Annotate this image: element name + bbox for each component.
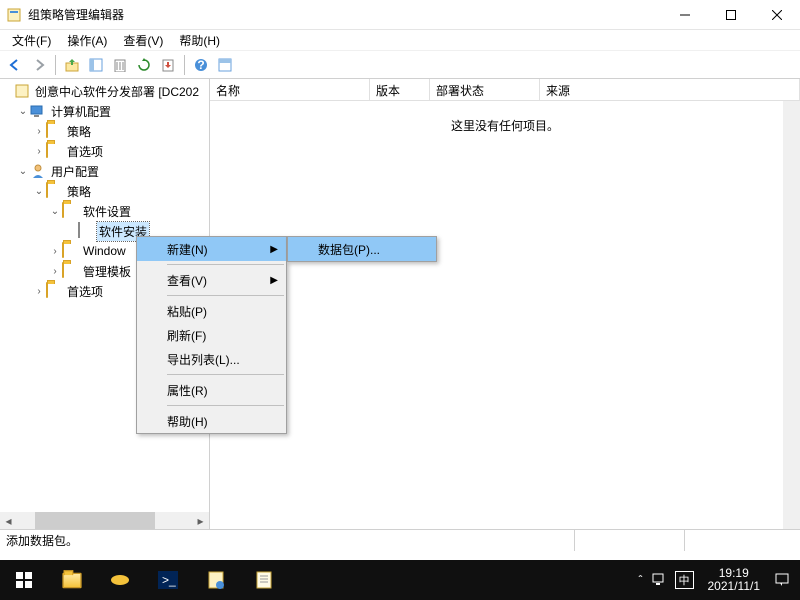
start-button[interactable] xyxy=(0,560,48,600)
list-panel: 名称 版本 部署状态 来源 这里没有任何项目。 xyxy=(210,79,800,529)
tree-expander[interactable]: › xyxy=(32,146,46,157)
tray-notifications-icon[interactable] xyxy=(774,571,790,590)
folder-icon xyxy=(46,283,62,299)
toolbar: ? xyxy=(0,51,800,79)
toolbar-separator xyxy=(55,55,56,75)
col-version[interactable]: 版本 xyxy=(370,79,430,100)
folder-icon xyxy=(46,143,62,159)
forward-button[interactable] xyxy=(28,54,50,76)
gpo-icon xyxy=(14,83,30,99)
refresh-button[interactable] xyxy=(133,54,155,76)
window-title: 组策略管理编辑器 xyxy=(28,6,662,23)
export-button[interactable] xyxy=(157,54,179,76)
taskbar-app[interactable] xyxy=(96,560,144,600)
taskbar-notepad[interactable] xyxy=(240,560,288,600)
up-button[interactable] xyxy=(61,54,83,76)
maximize-button[interactable] xyxy=(708,0,754,30)
list-header: 名称 版本 部署状态 来源 xyxy=(210,79,800,101)
tree-policies-user[interactable]: ⌄ 策略 xyxy=(0,181,209,201)
ctx-separator xyxy=(167,295,284,296)
title-bar: 组策略管理编辑器 xyxy=(0,0,800,30)
back-button[interactable] xyxy=(4,54,26,76)
tree-preferences[interactable]: › 首选项 xyxy=(0,141,209,161)
list-empty-text: 这里没有任何项目。 xyxy=(210,101,800,134)
tray-ime[interactable]: 中 xyxy=(675,571,694,589)
tree-expander[interactable]: › xyxy=(32,286,46,297)
help-button[interactable]: ? xyxy=(190,54,212,76)
folder-icon xyxy=(46,123,62,139)
tree-expander[interactable]: ⌄ xyxy=(32,186,46,197)
tree-computer-config[interactable]: ⌄ 计算机配置 xyxy=(0,101,209,121)
ctx-separator xyxy=(167,405,284,406)
col-source[interactable]: 来源 xyxy=(540,79,800,100)
main-area: ▾ 创意中心软件分发部署 [DC202 ⌄ 计算机配置 › 策略 › 首选项 ⌄… xyxy=(0,79,800,529)
menu-file[interactable]: 文件(F) xyxy=(4,30,59,51)
menu-bar: 文件(F) 操作(A) 查看(V) 帮助(H) xyxy=(0,30,800,51)
taskbar: >_ ˆ 中 19:19 2021/11/1 xyxy=(0,560,800,600)
app-icon xyxy=(6,7,22,23)
ctx-help[interactable]: 帮助(H) xyxy=(137,409,286,433)
computer-icon xyxy=(30,103,46,119)
folder-icon xyxy=(62,263,78,279)
submenu-arrow-icon: ▶ xyxy=(270,244,278,255)
col-name[interactable]: 名称 xyxy=(210,79,370,100)
svg-text:>_: >_ xyxy=(162,573,176,587)
tray-clock[interactable]: 19:19 2021/11/1 xyxy=(702,567,767,593)
tree-software-settings[interactable]: ⌄ 软件设置 xyxy=(0,201,209,221)
tray-network-icon[interactable] xyxy=(651,572,667,589)
status-bar: 添加数据包。 xyxy=(0,529,800,551)
ctx-properties[interactable]: 属性(R) xyxy=(137,378,286,402)
user-icon xyxy=(30,163,46,179)
submenu-arrow-icon: ▶ xyxy=(270,275,278,286)
tree-expander[interactable]: › xyxy=(48,266,62,277)
ctx-new[interactable]: 新建(N) ▶ xyxy=(137,237,286,261)
taskbar-explorer[interactable] xyxy=(48,560,96,600)
delete-button[interactable] xyxy=(109,54,131,76)
tree-policies[interactable]: › 策略 xyxy=(0,121,209,141)
ctx-export-list[interactable]: 导出列表(L)... xyxy=(137,347,286,371)
menu-view[interactable]: 查看(V) xyxy=(115,30,171,51)
taskbar-gpedit[interactable] xyxy=(192,560,240,600)
installer-icon xyxy=(78,223,94,239)
context-menu: 新建(N) ▶ 查看(V) ▶ 粘贴(P) 刷新(F) 导出列表(L)... 属… xyxy=(136,236,287,434)
ctx-separator xyxy=(167,374,284,375)
tree-expander[interactable]: ⌄ xyxy=(16,166,30,177)
svg-text:?: ? xyxy=(197,58,204,72)
ctx-package[interactable]: 数据包(P)... xyxy=(288,237,436,261)
tree-expander[interactable]: ⌄ xyxy=(48,206,62,217)
tray-chevron-icon[interactable]: ˆ xyxy=(639,573,643,587)
options-button[interactable] xyxy=(214,54,236,76)
ctx-refresh[interactable]: 刷新(F) xyxy=(137,323,286,347)
menu-help[interactable]: 帮助(H) xyxy=(171,30,228,51)
tree-expander[interactable]: › xyxy=(48,246,62,257)
ctx-view[interactable]: 查看(V) ▶ xyxy=(137,268,286,292)
taskbar-powershell[interactable]: >_ xyxy=(144,560,192,600)
show-hide-tree-button[interactable] xyxy=(85,54,107,76)
folder-icon xyxy=(46,183,62,199)
minimize-button[interactable] xyxy=(662,0,708,30)
status-text: 添加数据包。 xyxy=(6,532,78,549)
tree-expander[interactable]: › xyxy=(32,126,46,137)
ctx-paste[interactable]: 粘贴(P) xyxy=(137,299,286,323)
list-vscrollbar[interactable] xyxy=(783,101,800,529)
col-deploy-state[interactable]: 部署状态 xyxy=(430,79,540,100)
menu-action[interactable]: 操作(A) xyxy=(59,30,115,51)
tree-hscrollbar[interactable]: ◂▸ xyxy=(0,512,209,529)
tree-user-config[interactable]: ⌄ 用户配置 xyxy=(0,161,209,181)
close-button[interactable] xyxy=(754,0,800,30)
folder-icon xyxy=(62,243,78,259)
system-tray: ˆ 中 19:19 2021/11/1 xyxy=(639,567,800,593)
folder-icon xyxy=(62,203,78,219)
context-submenu: 数据包(P)... xyxy=(287,236,437,262)
tree-expander[interactable]: ⌄ xyxy=(16,106,30,117)
toolbar-separator xyxy=(184,55,185,75)
tree-root[interactable]: ▾ 创意中心软件分发部署 [DC202 xyxy=(0,81,209,101)
ctx-separator xyxy=(167,264,284,265)
